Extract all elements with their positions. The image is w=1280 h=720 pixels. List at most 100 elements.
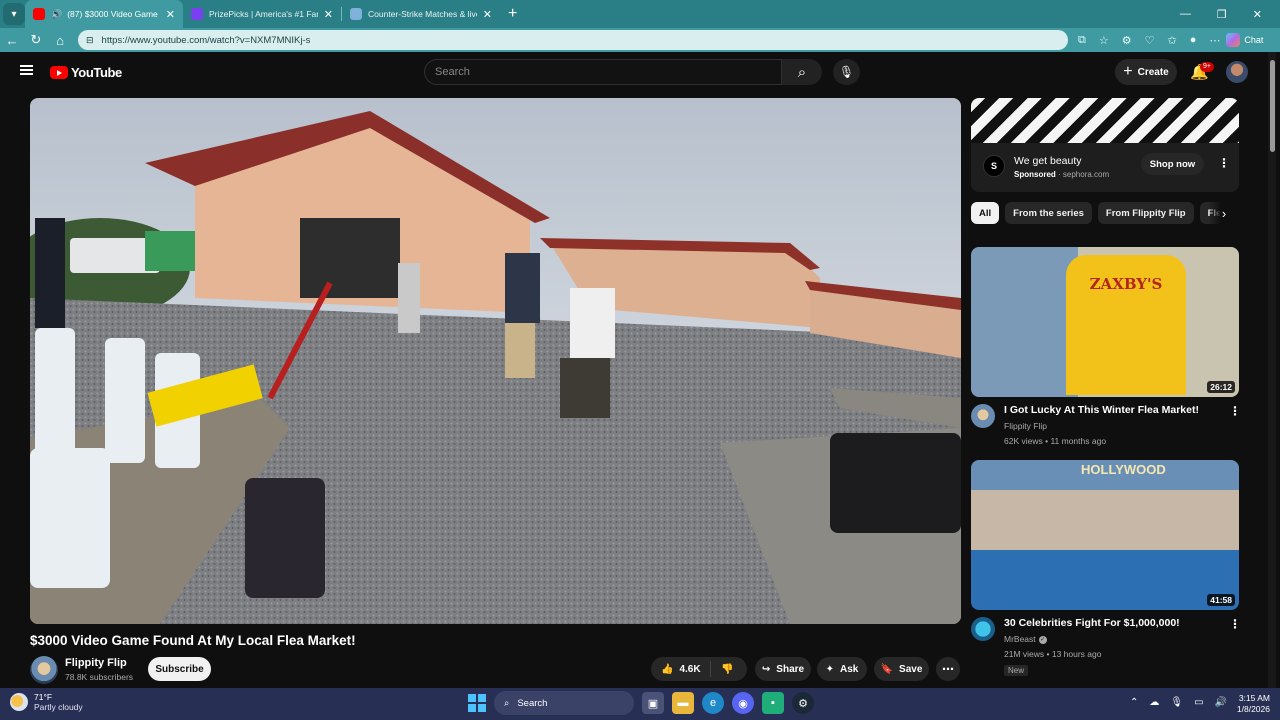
- task-view-icon[interactable]: ▣: [642, 692, 664, 714]
- video-thumbnail[interactable]: HOLLYWOOD 41:58: [971, 460, 1239, 610]
- share-label: Share: [776, 663, 805, 675]
- close-tab-icon[interactable]: ✕: [166, 8, 175, 21]
- close-tab-icon[interactable]: ✕: [324, 8, 333, 21]
- minimize-icon[interactable]: —: [1180, 8, 1191, 21]
- subscribe-button[interactable]: Subscribe: [148, 657, 211, 681]
- system-clock[interactable]: 3:15 AM 1/8/2026: [1228, 693, 1270, 715]
- like-button[interactable]: 👍 4.6K: [651, 661, 711, 677]
- split-screen-icon[interactable]: ⧉: [1078, 34, 1086, 47]
- channel-avatar[interactable]: [971, 404, 995, 428]
- youtube-favicon-icon: [33, 8, 45, 20]
- url-field[interactable]: ⊟ https://www.youtube.com/watch?v=NXM7MN…: [78, 30, 1068, 50]
- channel-avatar[interactable]: [30, 656, 58, 684]
- ask-button[interactable]: ✦ Ask: [817, 657, 867, 681]
- display-icon[interactable]: ▭: [1194, 697, 1203, 708]
- chat-label: Chat: [1244, 35, 1264, 45]
- site-info-icon[interactable]: ⊟: [86, 35, 94, 46]
- microphone-icon[interactable]: 🎙: [1170, 697, 1183, 708]
- weather-widget[interactable]: 71°F Partly cloudy: [10, 692, 83, 712]
- favorites-icon[interactable]: ✩: [1167, 34, 1176, 47]
- shop-now-button[interactable]: Shop now: [1141, 153, 1204, 175]
- more-options-icon[interactable]: ⋮: [1229, 617, 1241, 631]
- tab-youtube[interactable]: 🔊 (87) $3000 Video Game Found ✕: [25, 0, 183, 28]
- settings-more-icon[interactable]: ⋯: [1209, 34, 1220, 47]
- ad-banner-image[interactable]: [971, 98, 1239, 143]
- browser-essentials-icon[interactable]: ♡: [1145, 34, 1155, 47]
- chip-all[interactable]: All: [971, 202, 1000, 224]
- logo-text: YouTube: [71, 65, 122, 80]
- discord-icon[interactable]: ◉: [732, 692, 754, 714]
- clock-time: 3:15 AM: [1238, 693, 1270, 703]
- chevron-up-icon[interactable]: ⌃: [1130, 697, 1138, 708]
- close-tab-icon[interactable]: ✕: [483, 8, 492, 21]
- save-button[interactable]: 🔖 Save: [874, 657, 929, 681]
- edge-browser-icon[interactable]: e: [702, 692, 724, 714]
- recommended-title[interactable]: I Got Lucky At This Winter Flea Market!: [1004, 404, 1224, 416]
- app-icon[interactable]: ▪: [762, 692, 784, 714]
- profile-icon[interactable]: ●: [1190, 34, 1197, 46]
- thumbs-down-icon: 👎: [721, 663, 734, 675]
- recommended-meta: 21M views • 13 hours ago: [1004, 649, 1102, 659]
- tab-actions-menu-icon[interactable]: ▾: [3, 3, 25, 25]
- ask-label: Ask: [840, 663, 859, 675]
- scrollbar-thumb[interactable]: [1270, 60, 1275, 152]
- tab-title: (87) $3000 Video Game Found: [67, 9, 160, 19]
- chevron-right-icon[interactable]: ›: [1209, 202, 1239, 224]
- dislike-button[interactable]: 👎: [711, 664, 733, 675]
- speaker-icon[interactable]: 🔊: [51, 9, 62, 20]
- taskbar-search[interactable]: ⌕ Search: [494, 691, 634, 715]
- steam-icon[interactable]: ⚙: [792, 692, 814, 714]
- start-button-icon[interactable]: [468, 694, 486, 712]
- more-options-icon[interactable]: ⋮: [1229, 404, 1241, 418]
- recommended-video[interactable]: ZAXBY'S 26:12 I Got Lucky At This Winter…: [971, 247, 1241, 452]
- recommended-channel[interactable]: MrBeast ✓: [1004, 634, 1047, 644]
- chip-from-series[interactable]: From the series: [1005, 202, 1092, 224]
- account-avatar[interactable]: [1226, 61, 1248, 83]
- voice-search-button[interactable]: 🎙: [833, 59, 860, 85]
- copilot-icon: [1226, 33, 1241, 47]
- search-input[interactable]: Search: [424, 59, 782, 85]
- channel-name[interactable]: Flippity Flip: [65, 657, 127, 669]
- channel-name: MrBeast: [1004, 634, 1036, 644]
- recommended-video[interactable]: HOLLYWOOD 41:58 30 Celebrities Fight For…: [971, 460, 1241, 685]
- prizepicks-favicon-icon: [191, 8, 203, 20]
- recommended-title[interactable]: 30 Celebrities Fight For $1,000,000!: [1004, 617, 1224, 629]
- create-button[interactable]: + Create: [1115, 59, 1177, 85]
- youtube-logo[interactable]: YouTube: [50, 65, 122, 80]
- search-button[interactable]: ⌕: [782, 59, 822, 85]
- tab-counter-strike[interactable]: Counter-Strike Matches & livescor ✕: [342, 0, 500, 28]
- chip-from-channel[interactable]: From Flippity Flip: [1097, 202, 1194, 224]
- menu-icon[interactable]: [20, 65, 33, 75]
- microphone-icon: 🎙: [838, 65, 855, 79]
- taskbar-apps: ⌕ Search ▣ ▬ e ◉ ▪ ⚙: [468, 691, 814, 715]
- restore-icon[interactable]: ❐: [1217, 8, 1227, 21]
- favorite-star-icon[interactable]: ☆: [1099, 34, 1109, 47]
- tab-title: Counter-Strike Matches & livescor: [368, 9, 477, 19]
- close-window-icon[interactable]: ✕: [1253, 8, 1262, 21]
- recommended-channel[interactable]: Flippity Flip: [1004, 421, 1047, 431]
- refresh-icon[interactable]: ↻: [24, 32, 48, 48]
- volume-icon[interactable]: 🔊: [1215, 697, 1227, 708]
- share-button[interactable]: ↪ Share: [755, 657, 811, 681]
- ad-more-icon[interactable]: ⋮: [1218, 156, 1230, 170]
- video-player[interactable]: [30, 98, 961, 624]
- search-icon: ⌕: [504, 697, 510, 709]
- new-tab-icon[interactable]: +: [508, 5, 517, 23]
- tab-prizepicks[interactable]: PrizePicks | America's #1 Fantasy S ✕: [183, 0, 341, 28]
- more-actions-icon[interactable]: ⋯: [936, 657, 960, 681]
- video-frame: [30, 98, 961, 624]
- copilot-chat-button[interactable]: Chat: [1226, 33, 1263, 47]
- browser-tab-bar: ▾ 🔊 (87) $3000 Video Game Found ✕ PrizeP…: [0, 0, 1280, 28]
- file-explorer-icon[interactable]: ▬: [672, 692, 694, 714]
- sparkle-icon: ✦: [825, 663, 835, 675]
- bookmark-icon: 🔖: [880, 663, 894, 675]
- video-thumbnail[interactable]: ZAXBY'S 26:12: [971, 247, 1239, 397]
- home-icon[interactable]: ⌂: [48, 33, 72, 48]
- extensions-icon[interactable]: ⚙: [1122, 34, 1132, 47]
- cloud-icon[interactable]: ☁: [1149, 697, 1159, 708]
- save-label: Save: [899, 663, 923, 675]
- channel-avatar[interactable]: [971, 617, 995, 641]
- window-controls: — ❐ ✕: [1180, 8, 1262, 21]
- back-icon[interactable]: ←: [0, 33, 24, 48]
- sponsored-ad[interactable]: S We get beauty Sponsored · sephora.com …: [971, 98, 1239, 192]
